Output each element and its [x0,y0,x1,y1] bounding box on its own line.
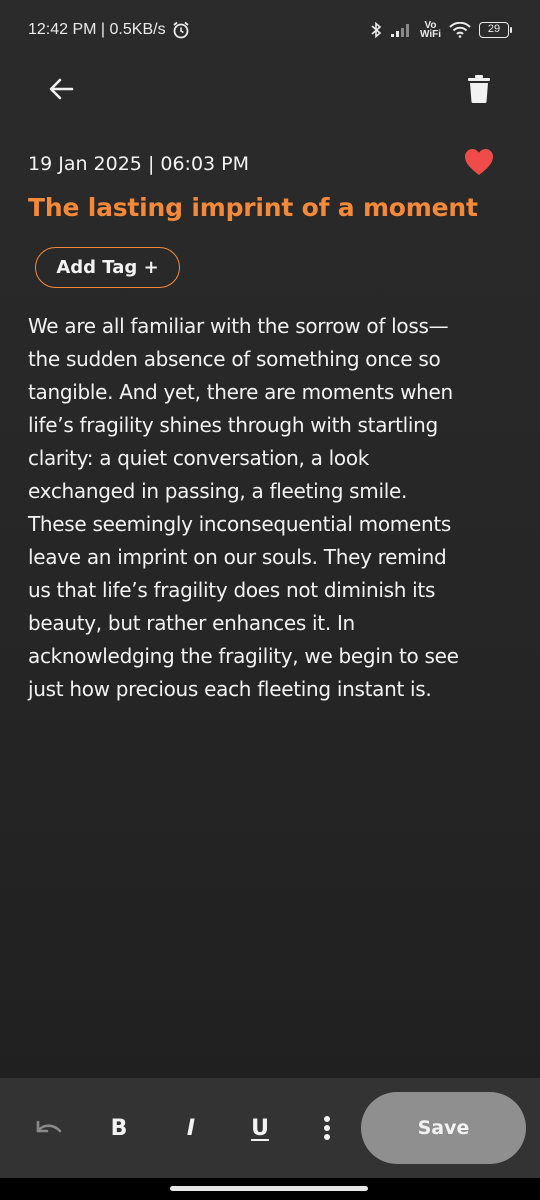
wifi-icon [449,22,471,38]
note-date: 19 Jan 2025 | 06:03 PM [28,153,250,175]
home-indicator[interactable] [170,1186,368,1191]
bluetooth-icon [370,21,382,39]
status-right: Vo WiFi 29 [370,21,512,40]
favorite-button[interactable] [464,148,498,182]
battery-level: 29 [479,22,509,38]
system-nav-bar [0,1178,540,1200]
heart-icon [465,149,493,175]
trash-icon [468,75,490,103]
alarm-icon [172,21,190,39]
status-bar: 12:42 PM | 0.5KB/s Vo WiFi 29 [0,0,540,60]
italic-button[interactable]: I [176,1108,206,1148]
more-vertical-icon [324,1116,330,1140]
signal-icon [390,22,412,38]
top-bar [0,64,540,114]
status-time: 12:42 PM | 0.5KB/s [28,21,166,38]
vowifi-bottom: WiFi [419,29,441,40]
battery-indicator: 29 [479,22,512,38]
battery-tip [510,27,512,33]
undo-icon [36,1120,62,1133]
formatting-toolbar: B I U Save [0,1078,540,1178]
more-options-button[interactable] [312,1108,342,1148]
note-body[interactable]: We are all familiar with the sorrow of l… [28,310,518,706]
undo-button[interactable] [30,1108,66,1148]
arrow-left-icon [49,78,74,100]
note-title[interactable]: The lasting imprint of a moment [28,193,518,222]
save-button[interactable]: Save [361,1092,526,1164]
add-tag-button[interactable]: Add Tag + [35,247,180,288]
vowifi-indicator: Vo WiFi [419,21,441,40]
status-left: 12:42 PM | 0.5KB/s [28,21,190,39]
bold-button[interactable]: B [104,1108,134,1148]
underline-button[interactable]: U [245,1108,275,1148]
delete-button[interactable] [462,70,496,108]
back-button[interactable] [44,72,78,106]
